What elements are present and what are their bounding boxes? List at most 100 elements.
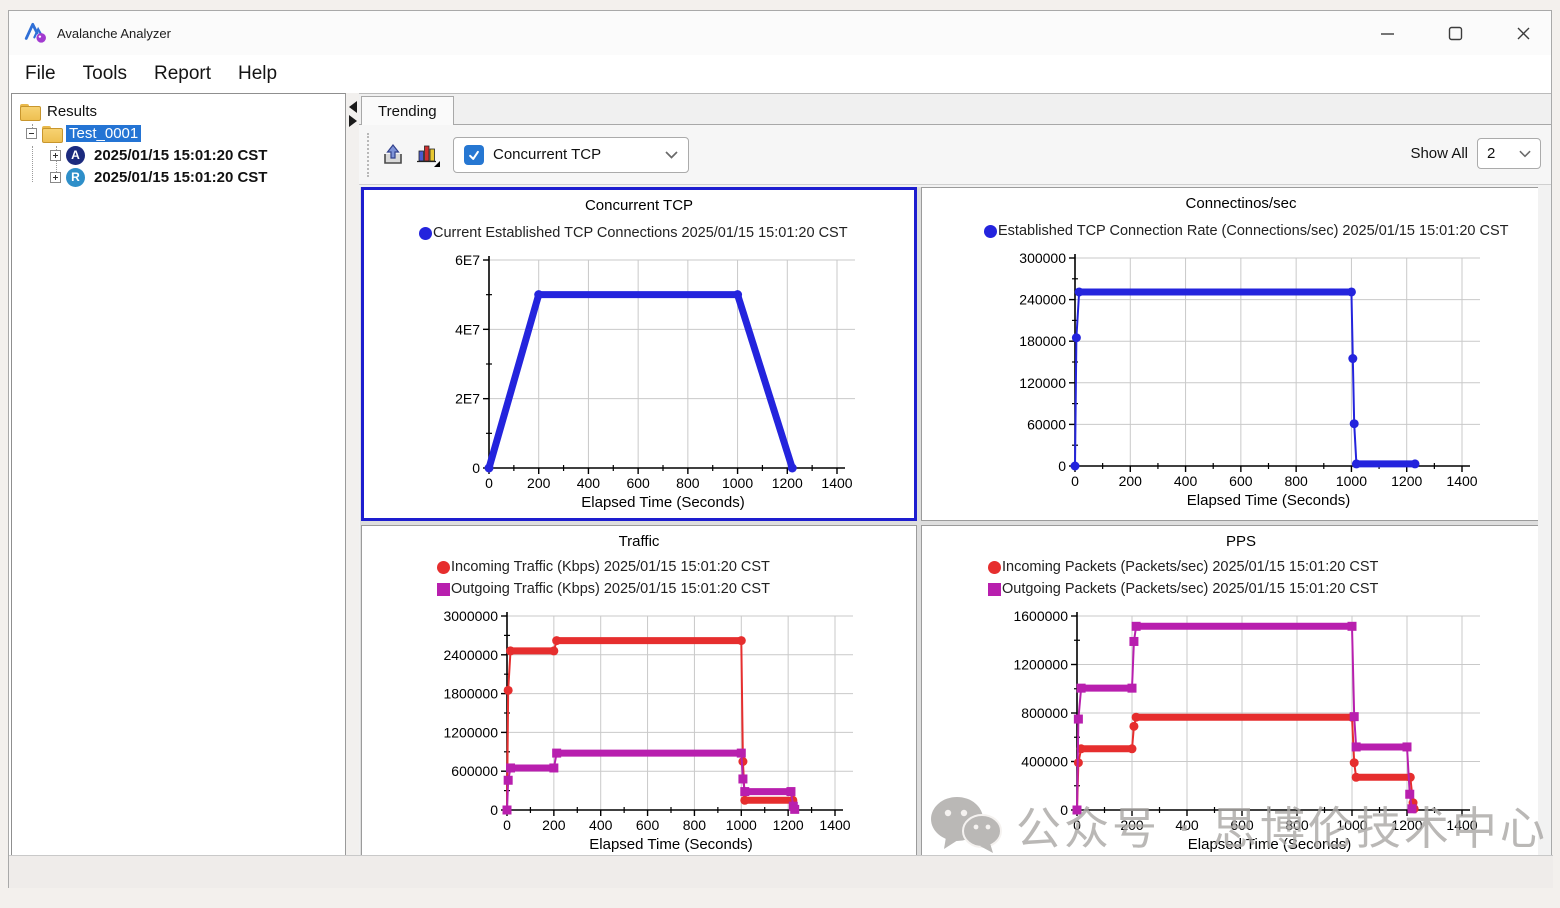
folder-icon [20,104,39,119]
minimize-button[interactable] [1379,25,1395,41]
results-tree-panel: Results Test_0001 A 2025/01/15 15:01:20 … [11,93,346,885]
svg-text:1200000: 1200000 [443,724,498,740]
svg-text:0: 0 [1060,802,1068,818]
svg-text:1400: 1400 [1446,473,1477,489]
collapse-right-arrow-icon[interactable] [349,115,357,127]
chart-select-combobox[interactable]: Concurrent TCP [453,137,689,173]
svg-text:Elapsed Time (Seconds): Elapsed Time (Seconds) [1187,492,1350,509]
legend-circle-marker-icon [419,227,432,240]
show-all-label: Show All [1410,145,1468,162]
svg-text:1200: 1200 [1391,817,1422,833]
chart-card-connections-sec[interactable]: Connectinos/sec Established TCP Connecti… [921,187,1538,521]
chart-legend: Current Established TCP Connections 2025… [364,222,914,244]
svg-text:400: 400 [1175,817,1199,833]
checked-checkbox-icon[interactable] [464,145,484,165]
app-window: Avalanche Analyzer File Tools Report Hel… [8,10,1552,888]
legend-row: Current Established TCP Connections 2025… [419,222,914,244]
tree-node-run-result[interactable]: R 2025/01/15 15:01:20 CST [12,166,345,188]
expand-expander-icon[interactable] [50,150,61,161]
chart-plot: 0200400600800100012001400040000080000012… [922,604,1538,863]
chart-title: Traffic [362,533,916,550]
chart-legend: Established TCP Connection Rate (Connect… [922,220,1538,242]
svg-text:60000: 60000 [1027,416,1066,432]
charts-grid: Concurrent TCP Current Established TCP C… [360,187,1538,865]
svg-text:0: 0 [1071,473,1079,489]
panel-splitter[interactable] [346,93,359,885]
collapse-expander-icon[interactable] [26,128,37,139]
window-title: Avalanche Analyzer [57,26,171,41]
svg-text:1400: 1400 [1446,817,1477,833]
svg-text:200: 200 [527,475,551,491]
svg-text:400: 400 [589,817,613,833]
collapse-left-arrow-icon[interactable] [349,101,357,113]
svg-text:6E7: 6E7 [455,252,480,268]
chart-card-traffic[interactable]: Traffic Incoming Traffic (Kbps) 2025/01/… [361,525,917,863]
tab-trending[interactable]: Trending [361,96,454,126]
svg-text:200: 200 [542,817,566,833]
svg-text:800: 800 [1285,817,1309,833]
chart-type-icon[interactable] [415,142,441,168]
chart-select-value: Concurrent TCP [493,146,665,163]
tree-node-test-0001[interactable]: Test_0001 [12,122,345,144]
svg-text:1400: 1400 [821,475,852,491]
menu-file[interactable]: File [25,63,56,85]
tree-root-results[interactable]: Results [12,100,345,122]
show-all-combobox[interactable]: 2 [1477,138,1541,169]
svg-text:800: 800 [1284,473,1308,489]
svg-text:300000: 300000 [1019,250,1066,266]
svg-text:200: 200 [1120,817,1144,833]
chart-legend: Incoming Packets (Packets/sec) 2025/01/1… [922,556,1538,600]
menu-report[interactable]: Report [154,63,211,85]
svg-text:240000: 240000 [1019,292,1066,308]
app-logo-icon [23,20,49,46]
toolbar-grip[interactable] [367,133,371,177]
legend-square-marker-icon [988,583,1001,596]
svg-text:0: 0 [503,817,511,833]
legend-circle-marker-icon [984,225,997,238]
svg-text:200: 200 [1119,473,1143,489]
legend-row: Established TCP Connection Rate (Connect… [984,220,1538,242]
menu-help[interactable]: Help [238,63,277,85]
svg-text:180000: 180000 [1019,333,1066,349]
svg-text:600000: 600000 [451,763,498,779]
svg-text:1200: 1200 [772,475,803,491]
svg-text:1000: 1000 [1336,817,1367,833]
close-button[interactable] [1515,25,1531,41]
chart-plot: 020040060080010001200140002E74E76E7Elaps… [364,248,917,521]
svg-text:Elapsed Time (Seconds): Elapsed Time (Seconds) [589,836,752,853]
svg-text:800: 800 [676,475,700,491]
legend-row: Outgoing Packets (Packets/sec) 2025/01/1… [988,578,1538,600]
chart-card-concurrent-tcp[interactable]: Concurrent TCP Current Established TCP C… [361,187,917,521]
expand-expander-icon[interactable] [50,172,61,183]
svg-text:1200: 1200 [1391,473,1422,489]
tree-node-attack-result[interactable]: A 2025/01/15 15:01:20 CST [12,144,345,166]
svg-text:1000: 1000 [726,817,757,833]
legend-square-marker-icon [437,583,450,596]
chart-toolbar: Concurrent TCP Show All 2 [359,125,1551,185]
chart-title: Concurrent TCP [364,197,914,214]
chart-title: Connectinos/sec [922,195,1538,212]
chart-card-pps[interactable]: PPS Incoming Packets (Packets/sec) 2025/… [921,525,1538,863]
menu-bar: File Tools Report Help [9,55,1551,93]
legend-row: Outgoing Traffic (Kbps) 2025/01/15 15:01… [437,578,916,600]
svg-text:4E7: 4E7 [455,321,480,337]
svg-text:600: 600 [1229,473,1253,489]
menu-tools[interactable]: Tools [83,63,127,85]
tree-node-label: 2025/01/15 15:01:20 CST [91,147,270,164]
maximize-button[interactable] [1447,25,1463,41]
chart-plot: 0200400600800100012001400060000120000180… [922,246,1538,521]
tree-root-label: Results [44,103,100,120]
chart-legend: Incoming Traffic (Kbps) 2025/01/15 15:01… [362,556,916,600]
export-chart-icon[interactable] [380,142,406,168]
svg-text:1000: 1000 [722,475,753,491]
svg-text:600: 600 [626,475,650,491]
svg-text:0: 0 [1058,458,1066,474]
svg-text:400: 400 [577,475,601,491]
legend-circle-marker-icon [437,561,450,574]
svg-text:2E7: 2E7 [455,391,480,407]
tab-strip: Trending [359,94,1551,125]
svg-text:0: 0 [485,475,493,491]
svg-text:400: 400 [1174,473,1198,489]
svg-text:Elapsed Time (Seconds): Elapsed Time (Seconds) [1188,836,1351,853]
title-bar[interactable]: Avalanche Analyzer [9,11,1551,55]
